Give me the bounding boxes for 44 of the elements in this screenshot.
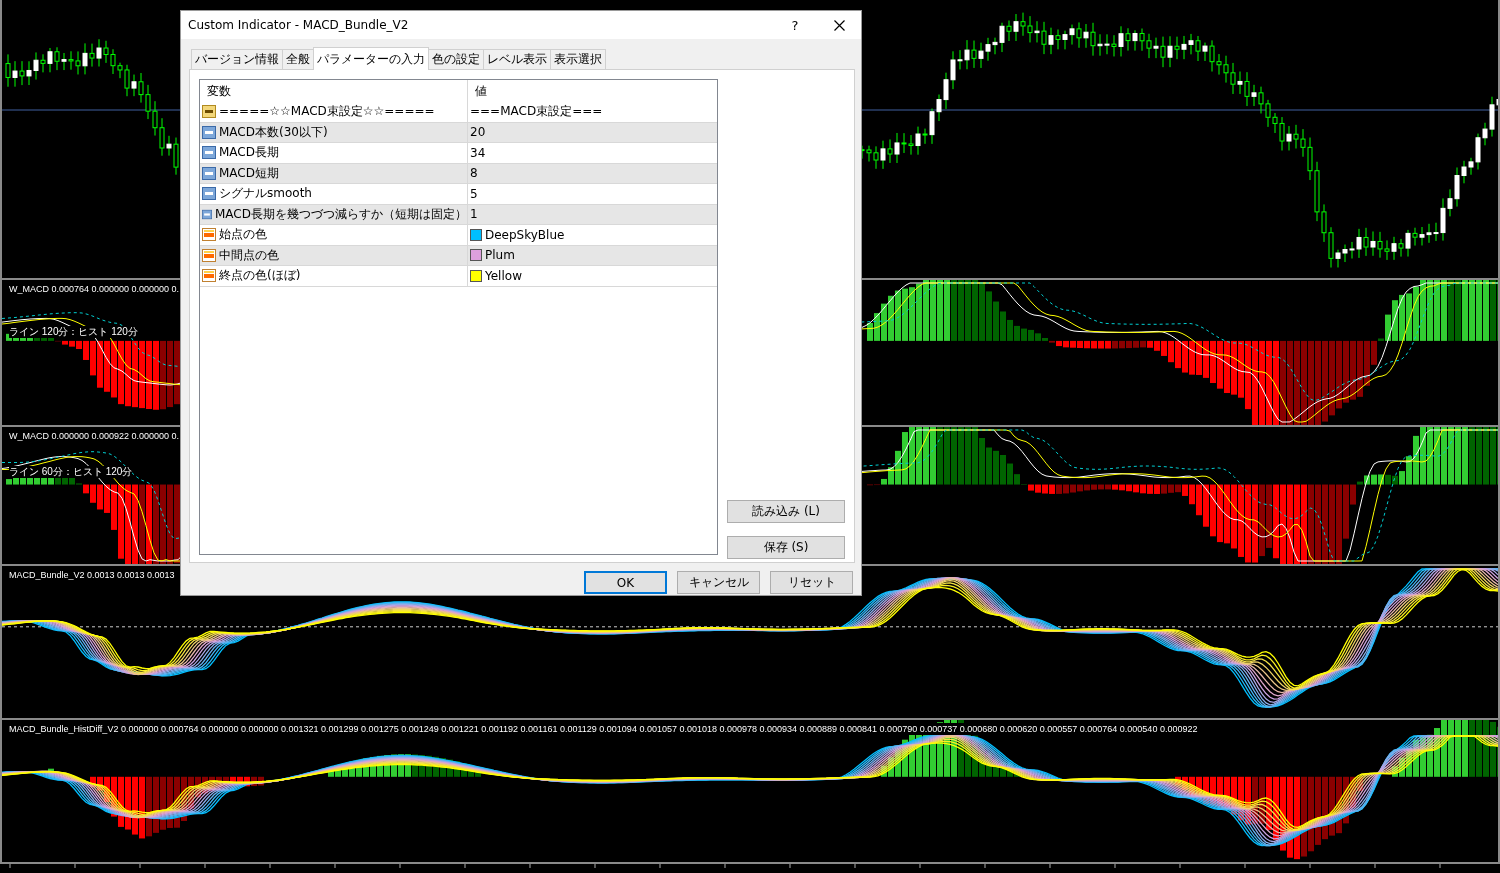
indicator-caption: ライン 60分：ヒスト 120分 <box>9 466 133 478</box>
table-row[interactable]: MACD本数(30以下) 20 <box>200 122 717 143</box>
parameter-value: ===MACD束設定=== <box>470 103 603 121</box>
parameter-name: 終点の色(ほぼ) <box>219 267 301 285</box>
parameter-value: 20 <box>470 125 486 140</box>
dialog-button[interactable]: OK <box>584 571 667 594</box>
table-row[interactable]: MACD短期 8 <box>200 163 717 184</box>
save-button[interactable]: 保存 (S) <box>727 536 845 559</box>
tab[interactable]: 表示選択 <box>550 49 606 70</box>
dialog-button[interactable]: キャンセル <box>677 571 760 594</box>
help-button[interactable]: ? <box>773 11 817 39</box>
table-row[interactable]: 終点の色(ほぼ) Yellow <box>200 266 717 287</box>
parameter-value: 8 <box>470 166 478 181</box>
table-row[interactable]: =====☆☆MACD束設定☆☆===== ===MACD束設定=== <box>200 102 717 123</box>
table-row[interactable]: MACD長期 34 <box>200 143 717 164</box>
tab[interactable]: パラメーターの入力 <box>313 47 429 70</box>
window-title: Custom Indicator - MACD_Bundle_V2 <box>188 18 410 32</box>
indicator-label: W_MACD 0.000000 0.000922 0.000000 0. <box>9 430 180 442</box>
parameter-value: Yellow <box>485 268 522 283</box>
tab[interactable]: バージョン情報 <box>191 49 283 70</box>
parameter-name: MACD短期 <box>219 164 279 182</box>
parameter-value: Plum <box>485 248 515 263</box>
load-button[interactable]: 読み込み (L) <box>727 500 845 523</box>
table-row[interactable]: 中間点の色 Plum <box>200 245 717 266</box>
indicator-label: W_MACD 0.000764 0.000000 0.000000 0. <box>9 283 180 295</box>
column-header: 値 <box>474 82 488 100</box>
parameter-value: DeepSkyBlue <box>485 227 565 242</box>
dialog-button[interactable]: リセット <box>770 571 853 594</box>
parameter-value: 1 <box>470 207 478 222</box>
parameter-name: 中間点の色 <box>219 246 279 264</box>
parameter-name: =====☆☆MACD束設定☆☆===== <box>219 103 435 121</box>
parameter-value: 34 <box>470 145 486 160</box>
parameter-name: シグナルsmooth <box>219 185 312 203</box>
parameter-name: MACD本数(30以下) <box>219 123 328 141</box>
indicator-caption: ライン 120分：ヒスト 120分 <box>9 326 138 338</box>
indicator-label: MACD_Bundle_V2 0.0013 0.0013 0.0013 <box>9 569 175 581</box>
table-row[interactable]: MACD長期を幾つづつ減らすか（短期は固定） 1 <box>200 204 717 225</box>
parameter-name: 始点の色 <box>219 226 267 244</box>
table-row[interactable]: 始点の色 DeepSkyBlue <box>200 225 717 246</box>
table-row[interactable]: シグナルsmooth 5 <box>200 184 717 205</box>
indicator-label: MACD_Bundle_HistDiff_V2 0.000000 0.000764 0.000000 0.000000 0.001321 0.001299 0.001275 0.001249 0.001221 0.001192 0.001161 0.001129 0.001094 0.001057 0.001018 0.000978 0.000934 0.000889 0.000841 0.000790 0.000737 0.000680 0.000620 0.000557 0.000764 0.000540 0.000922 <box>9 723 1198 735</box>
parameter-name: MACD長期を幾つづつ減らすか（短期は固定） <box>215 205 467 223</box>
parameter-name: MACD長期 <box>219 144 279 162</box>
parameter-value: 5 <box>470 186 478 201</box>
